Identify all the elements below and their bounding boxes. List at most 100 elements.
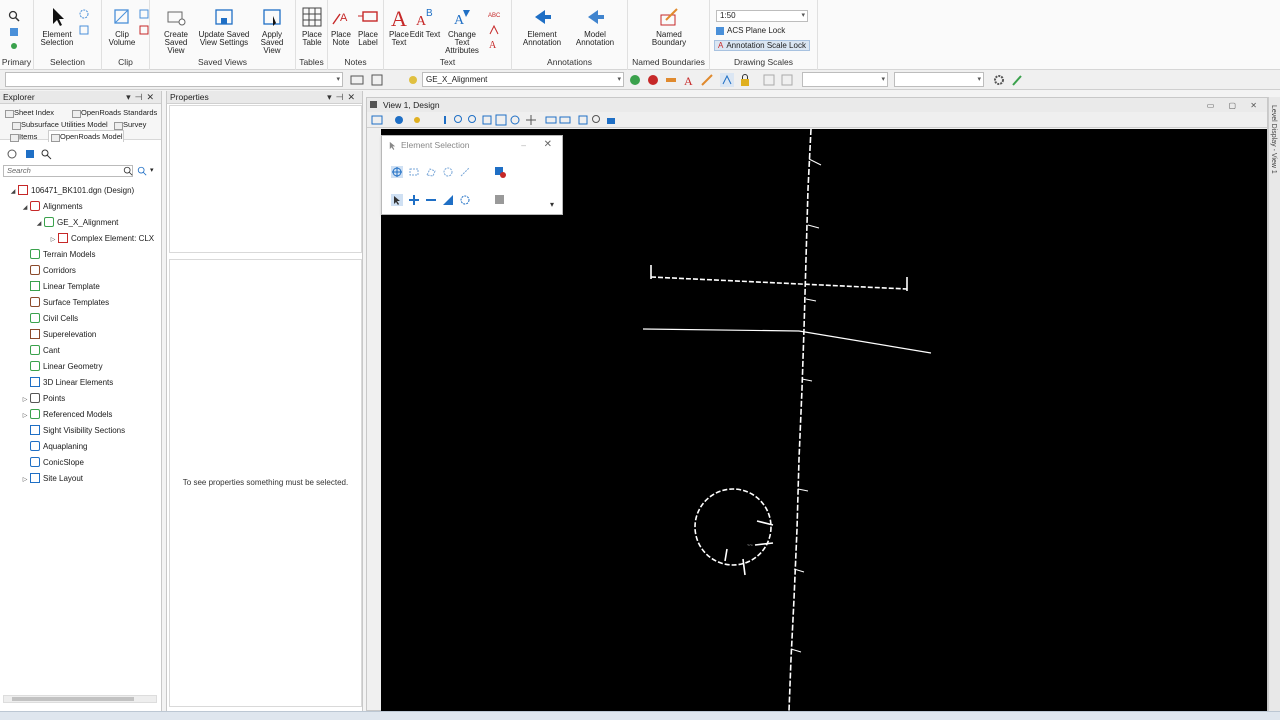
tab-openroads-standards[interactable]: OpenRoads Standards bbox=[70, 107, 157, 119]
display-style-icon[interactable] bbox=[370, 73, 384, 87]
lighting-icon[interactable] bbox=[411, 114, 423, 126]
tree-item[interactable]: Cant bbox=[20, 344, 60, 358]
create-saved-view-button[interactable]: Create Saved View bbox=[156, 6, 196, 55]
snap-icon[interactable] bbox=[720, 73, 734, 87]
active-model-combo[interactable]: ▾ bbox=[5, 72, 343, 87]
horizontal-scrollbar[interactable] bbox=[3, 695, 157, 703]
circle-method-icon[interactable] bbox=[442, 166, 454, 178]
window-controls-icon[interactable]: ▭ ▢ ✕ bbox=[1207, 99, 1263, 113]
window-area-icon[interactable] bbox=[481, 114, 493, 126]
view-zoom-icon[interactable] bbox=[591, 114, 603, 126]
update-saved-view-button[interactable]: Update Saved View Settings bbox=[198, 6, 250, 47]
clip-mask-icon[interactable] bbox=[138, 8, 150, 20]
element-annotation-button[interactable]: Element Annotation bbox=[518, 6, 566, 47]
search-input[interactable]: Search bbox=[3, 165, 133, 177]
tab-sheet-index[interactable]: Sheet Index bbox=[3, 107, 54, 119]
template-icon[interactable] bbox=[762, 73, 776, 87]
color-icon[interactable] bbox=[628, 73, 642, 87]
settings-icon[interactable] bbox=[8, 26, 20, 38]
active-level-combo[interactable]: GE_X_Alignment ▾ bbox=[422, 72, 624, 87]
annotation-scale-lock-toggle[interactable]: A Annotation Scale Lock bbox=[714, 40, 810, 51]
drawing-scale-select[interactable]: 1:50 ▾ bbox=[716, 10, 808, 22]
shape-method-icon[interactable] bbox=[425, 166, 437, 178]
named-boundary-button[interactable]: Named Boundary bbox=[646, 6, 692, 47]
search-icon[interactable] bbox=[123, 166, 133, 176]
tree-item[interactable]: ▷ Site Layout bbox=[20, 472, 83, 486]
tree-item[interactable]: Superelevation bbox=[20, 328, 96, 342]
close-icon[interactable]: ✕ bbox=[544, 136, 552, 154]
abc-icon[interactable]: ABC bbox=[488, 8, 500, 20]
tree-item[interactable]: ◢ Alignments bbox=[20, 200, 83, 214]
chevron-down-icon[interactable]: ▾ bbox=[150, 166, 154, 174]
clip-view-icon[interactable] bbox=[577, 114, 589, 126]
text-attr-icon[interactable]: A bbox=[682, 73, 696, 87]
design-canvas[interactable]: ~~ bbox=[381, 129, 1267, 711]
minimize-icon[interactable]: – bbox=[521, 136, 526, 154]
fence-icon[interactable] bbox=[78, 8, 90, 20]
tree-item[interactable]: Terrain Models bbox=[20, 248, 95, 262]
clear-selection-icon[interactable] bbox=[494, 166, 507, 178]
zoom-out-icon[interactable] bbox=[467, 114, 479, 126]
expanded-caret-icon[interactable]: ◢ bbox=[34, 217, 44, 231]
individual-method-icon[interactable] bbox=[391, 166, 403, 178]
filter-icon[interactable] bbox=[24, 148, 36, 160]
tree-item[interactable]: Corridors bbox=[20, 264, 76, 278]
panel-controls-icon[interactable]: ▾⊣✕ bbox=[327, 91, 359, 104]
tree-item[interactable]: Linear Geometry bbox=[20, 360, 103, 374]
level-icon[interactable] bbox=[8, 40, 20, 52]
subtract-mode-icon[interactable] bbox=[425, 194, 437, 206]
zoom-in-icon[interactable] bbox=[453, 114, 465, 126]
tree-item[interactable]: Surface Templates bbox=[20, 296, 109, 310]
element-selection-titlebar[interactable]: Element Selection – ✕ bbox=[382, 136, 562, 154]
tree-item[interactable]: ▷ Points bbox=[20, 392, 65, 406]
collapsed-caret-icon[interactable]: ▷ bbox=[48, 233, 58, 247]
tree-item[interactable]: ◢ GE_X_Alignment bbox=[34, 216, 118, 230]
invert-mode-icon[interactable] bbox=[442, 194, 454, 206]
fit-view-icon[interactable] bbox=[495, 114, 507, 126]
line-method-icon[interactable] bbox=[459, 166, 471, 178]
expanded-caret-icon[interactable]: ◢ bbox=[20, 201, 30, 215]
tree-item[interactable]: 3D Linear Elements bbox=[20, 376, 113, 390]
tab-items[interactable]: Items bbox=[8, 131, 37, 143]
clip-volume-button[interactable]: Clip Volume bbox=[104, 6, 140, 47]
new-mode-icon[interactable] bbox=[391, 194, 403, 206]
view-attributes-icon[interactable] bbox=[350, 73, 364, 87]
add-mode-icon[interactable] bbox=[408, 194, 420, 206]
search-options-icon[interactable] bbox=[137, 166, 147, 176]
select-all-icon[interactable] bbox=[78, 24, 90, 36]
camera-icon[interactable] bbox=[605, 114, 617, 126]
paint-icon[interactable] bbox=[646, 73, 660, 87]
template-edit-icon[interactable] bbox=[780, 73, 794, 87]
tree-item[interactable]: Sight Visibility Sections bbox=[20, 424, 125, 438]
view-attributes-icon[interactable] bbox=[371, 114, 383, 126]
level-display-tab[interactable]: Level Display - View 1 bbox=[1270, 105, 1277, 174]
block-method-icon[interactable] bbox=[408, 166, 420, 178]
style-combo[interactable]: ▾ bbox=[802, 72, 888, 87]
change-text-attributes-button[interactable]: A Change Text Attributes bbox=[440, 6, 484, 55]
next-view-icon[interactable] bbox=[559, 114, 571, 126]
apply-saved-view-button[interactable]: Apply Saved View bbox=[252, 6, 292, 55]
collapsed-caret-icon[interactable]: ▷ bbox=[20, 473, 30, 487]
spell-icon[interactable] bbox=[488, 24, 500, 36]
expanded-caret-icon[interactable]: ◢ bbox=[8, 185, 18, 199]
collapsed-caret-icon[interactable]: ▷ bbox=[20, 409, 30, 423]
clip-delete-icon[interactable] bbox=[138, 24, 150, 36]
edit-text-button[interactable]: AB Edit Text bbox=[409, 6, 441, 39]
text-style-icon[interactable]: A bbox=[488, 38, 500, 50]
select-options-icon[interactable] bbox=[494, 194, 506, 206]
weight-icon[interactable] bbox=[664, 73, 678, 87]
level-manager-icon[interactable] bbox=[406, 73, 420, 87]
expand-options-icon[interactable]: ▾ bbox=[550, 200, 554, 209]
tree-item[interactable]: ▷ Referenced Models bbox=[20, 408, 112, 422]
tree-item[interactable]: ◢ 106471_BK101.dgn (Design) bbox=[8, 184, 134, 198]
pan-icon[interactable] bbox=[525, 114, 537, 126]
select-all-mode-icon[interactable] bbox=[459, 194, 471, 206]
level-display-dock[interactable]: Level Display - View 1 bbox=[1268, 97, 1280, 711]
tree-item[interactable]: Civil Cells bbox=[20, 312, 78, 326]
collapsed-caret-icon[interactable]: ▷ bbox=[20, 393, 30, 407]
element-selection-button[interactable]: Element Selection bbox=[38, 6, 76, 47]
tree-item[interactable]: ▷ Complex Element: CLX bbox=[48, 232, 154, 246]
previous-view-icon[interactable] bbox=[545, 114, 557, 126]
update-icon[interactable] bbox=[439, 114, 451, 126]
magnifier-icon[interactable] bbox=[8, 10, 20, 22]
